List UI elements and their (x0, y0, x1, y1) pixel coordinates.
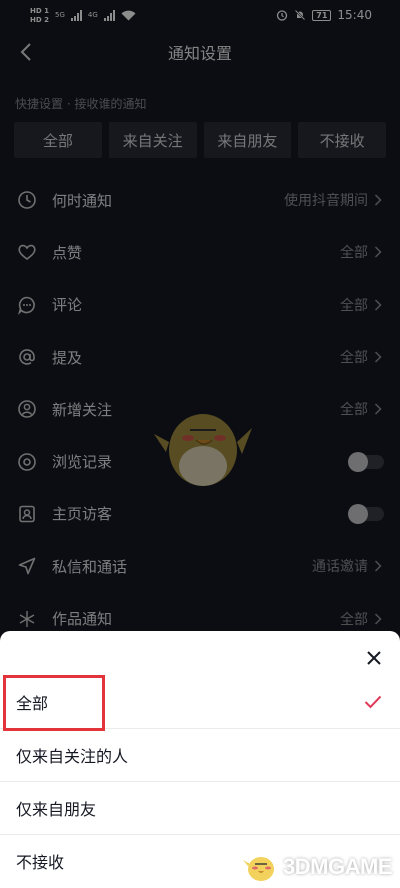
checkmark-icon (362, 691, 384, 713)
watermark: 3DMGAME (243, 852, 392, 882)
option-following-only[interactable]: 仅来自关注的人 (0, 729, 400, 781)
close-icon (367, 651, 381, 665)
annotation-highlight-box (3, 675, 105, 731)
option-friends-only[interactable]: 仅来自朋友 (0, 782, 400, 834)
option-bottom-sheet: 全部 仅来自关注的人 仅来自朋友 不接收 (0, 631, 400, 888)
watermark-chick-icon (243, 857, 275, 881)
watermark-text: 3DMGAME (283, 854, 392, 879)
option-label: 仅来自关注的人 (16, 747, 129, 766)
close-button[interactable] (362, 646, 386, 670)
option-label: 仅来自朋友 (16, 800, 97, 819)
